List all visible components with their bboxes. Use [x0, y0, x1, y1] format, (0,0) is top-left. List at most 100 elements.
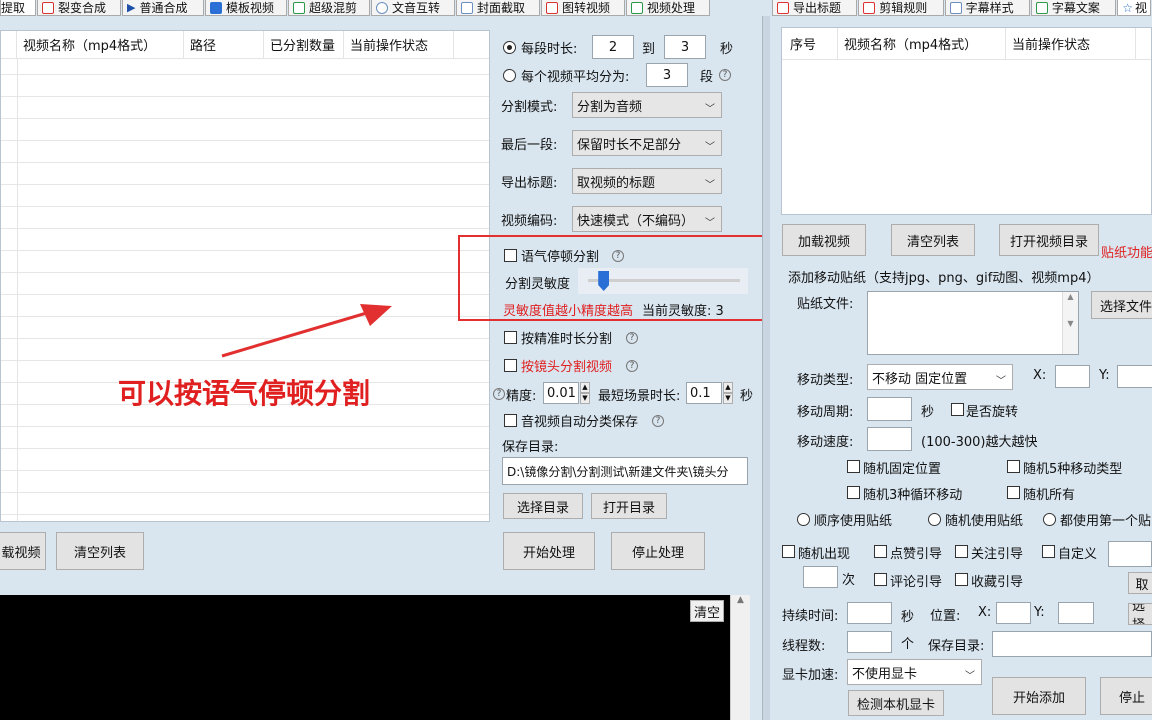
clear-list-button-right[interactable]: 清空列表 [891, 224, 975, 256]
right-table-header: 序号 视频名称（mp4格式） 当前操作状态 [782, 28, 1151, 60]
shot-split-checkbox[interactable] [504, 359, 517, 372]
spin-up-icon[interactable]: ▲ [723, 382, 733, 393]
cancel-button[interactable]: 取 [1128, 572, 1152, 594]
use-first-radio[interactable] [1043, 513, 1056, 526]
open-video-dir-button[interactable]: 打开视频目录 [999, 224, 1099, 256]
tab-subtitle-style[interactable]: 字幕样式 [944, 0, 1030, 16]
random-fixed-checkbox[interactable] [847, 460, 860, 473]
choose-button[interactable]: 选择 [1128, 603, 1152, 625]
like-guide-checkbox[interactable] [874, 545, 887, 558]
column-header[interactable]: 当前操作状态 [1006, 28, 1136, 59]
save-dir-input-right[interactable] [992, 631, 1152, 657]
y-input[interactable] [1117, 365, 1152, 388]
comment-guide-checkbox[interactable] [874, 573, 887, 586]
column-header[interactable]: 路径 [184, 31, 264, 58]
left-video-table[interactable]: 视频名称（mp4格式） 路径 已分割数量 当前操作状态 [0, 30, 490, 522]
last-segment-select[interactable]: 保留时长不足部分 ﹀ [572, 130, 722, 156]
stop-process-button[interactable]: 停止处理 [611, 532, 705, 570]
detect-gpu-button[interactable]: 检测本机显卡 [848, 690, 944, 716]
pos-x-input[interactable] [996, 602, 1031, 624]
column-header[interactable]: 当前操作状态 [344, 31, 454, 58]
pos-y-input[interactable] [1058, 602, 1094, 624]
avg-split-input[interactable]: 3 [646, 63, 688, 87]
stop-add-button[interactable]: 停止 [1100, 677, 1152, 715]
tab-export-title[interactable]: 导出标题 [772, 0, 858, 16]
choose-dir-button[interactable]: 选择目录 [503, 493, 583, 519]
column-header[interactable]: 视频名称（mp4格式） [838, 28, 1006, 59]
x-input[interactable] [1055, 365, 1090, 388]
times-input[interactable] [803, 566, 838, 588]
start-add-button[interactable]: 开始添加 [992, 677, 1086, 715]
move-type-select[interactable]: 不移动 固定位置 ﹀ [867, 364, 1013, 390]
tab-normal-compose[interactable]: ▶ 普通合成 [122, 0, 204, 16]
threads-input[interactable] [847, 631, 892, 653]
start-process-button[interactable]: 开始处理 [503, 532, 595, 570]
choose-file-button[interactable]: 选择文件 [1091, 291, 1152, 319]
log-console[interactable] [0, 595, 730, 720]
tab-video-process[interactable]: 视频处理 [626, 0, 710, 16]
tab-cover-capture[interactable]: 封面截取 [456, 0, 540, 16]
custom-input[interactable] [1108, 541, 1152, 567]
tab-fission[interactable]: 裂变合成 [37, 0, 121, 16]
tab-text-audio[interactable]: 文音互转 [371, 0, 455, 16]
column-header[interactable]: 视频名称（mp4格式） [17, 31, 184, 58]
tab-image-to-video[interactable]: 图转视频 [541, 0, 625, 16]
column-header[interactable]: 序号 [782, 28, 838, 59]
move-speed-input[interactable] [867, 427, 912, 451]
right-video-table[interactable]: 序号 视频名称（mp4格式） 当前操作状态 [781, 27, 1152, 215]
textarea-scrollbar[interactable]: ▲ ▼ [1062, 292, 1078, 354]
order-use-radio[interactable] [797, 513, 810, 526]
help-icon[interactable]: ? [626, 360, 638, 372]
tab-super-mix[interactable]: 超级混剪 [288, 0, 370, 16]
spin-down-icon[interactable]: ▼ [723, 393, 733, 404]
segment-min-input[interactable]: 2 [592, 35, 634, 59]
help-icon[interactable]: ? [612, 250, 624, 262]
precise-split-checkbox[interactable] [504, 331, 517, 344]
tab-subtitle-text[interactable]: 字幕文案 [1030, 0, 1117, 16]
help-icon[interactable]: ? [652, 415, 664, 427]
duration-input[interactable] [847, 602, 892, 624]
move-period-input[interactable] [867, 397, 912, 421]
tab-extract[interactable]: 提取 [0, 0, 36, 16]
slider-thumb[interactable] [598, 271, 610, 291]
spin-up-icon[interactable]: ▲ [580, 382, 590, 393]
video-encode-select[interactable]: 快速模式（不编码） ﹀ [572, 206, 722, 232]
per-segment-radio[interactable] [503, 41, 516, 54]
sticker-file-textarea[interactable]: ▲ ▼ [867, 291, 1079, 355]
console-clear-button[interactable]: 清空 [690, 600, 724, 622]
rotate-checkbox[interactable] [951, 403, 964, 416]
random-3loop-checkbox[interactable] [847, 486, 860, 499]
gpu-select[interactable]: 不使用显卡 ﹀ [847, 659, 982, 685]
pause-split-checkbox[interactable] [504, 249, 517, 262]
random-use-radio[interactable] [928, 513, 941, 526]
custom-checkbox[interactable] [1042, 545, 1055, 558]
console-scrollbar[interactable]: ▲ [730, 595, 750, 720]
fav-guide-checkbox[interactable] [955, 573, 968, 586]
sensitivity-slider[interactable] [578, 268, 748, 294]
column-header[interactable]: 已分割数量 [264, 31, 344, 58]
random-all-checkbox[interactable] [1007, 486, 1020, 499]
min-scene-input[interactable]: 0.1 [686, 382, 722, 404]
help-icon[interactable]: ? [493, 388, 505, 400]
open-dir-button[interactable]: 打开目录 [591, 493, 667, 519]
random-show-checkbox[interactable] [782, 545, 795, 558]
split-mode-select[interactable]: 分割为音频 ﹀ [572, 92, 722, 118]
segment-max-input[interactable]: 3 [664, 35, 706, 59]
export-title-select[interactable]: 取视频的标题 ﹀ [572, 168, 722, 194]
tab-clip-rules[interactable]: 剪辑规则 [858, 0, 944, 16]
tab-template-video[interactable]: 模板视频 [205, 0, 287, 16]
save-dir-input[interactable]: D:\镜像分割\分割测试\新建文件夹\镜头分 [502, 457, 748, 485]
follow-guide-checkbox[interactable] [955, 545, 968, 558]
auto-classify-checkbox[interactable] [504, 414, 517, 427]
help-icon[interactable]: ? [719, 69, 731, 81]
precision-input[interactable]: 0.01 [543, 382, 579, 404]
avg-split-radio[interactable] [503, 69, 516, 82]
help-icon[interactable]: ? [626, 332, 638, 344]
scroll-up-icon[interactable]: ▲ [731, 595, 750, 605]
spin-down-icon[interactable]: ▼ [580, 393, 590, 404]
tab-video-more[interactable]: ☆ 视 [1117, 0, 1151, 16]
load-video-button-right[interactable]: 加载视频 [782, 224, 866, 256]
load-video-button[interactable]: 载视频 [0, 532, 46, 570]
random-5types-checkbox[interactable] [1007, 460, 1020, 473]
clear-list-button[interactable]: 清空列表 [56, 532, 144, 570]
